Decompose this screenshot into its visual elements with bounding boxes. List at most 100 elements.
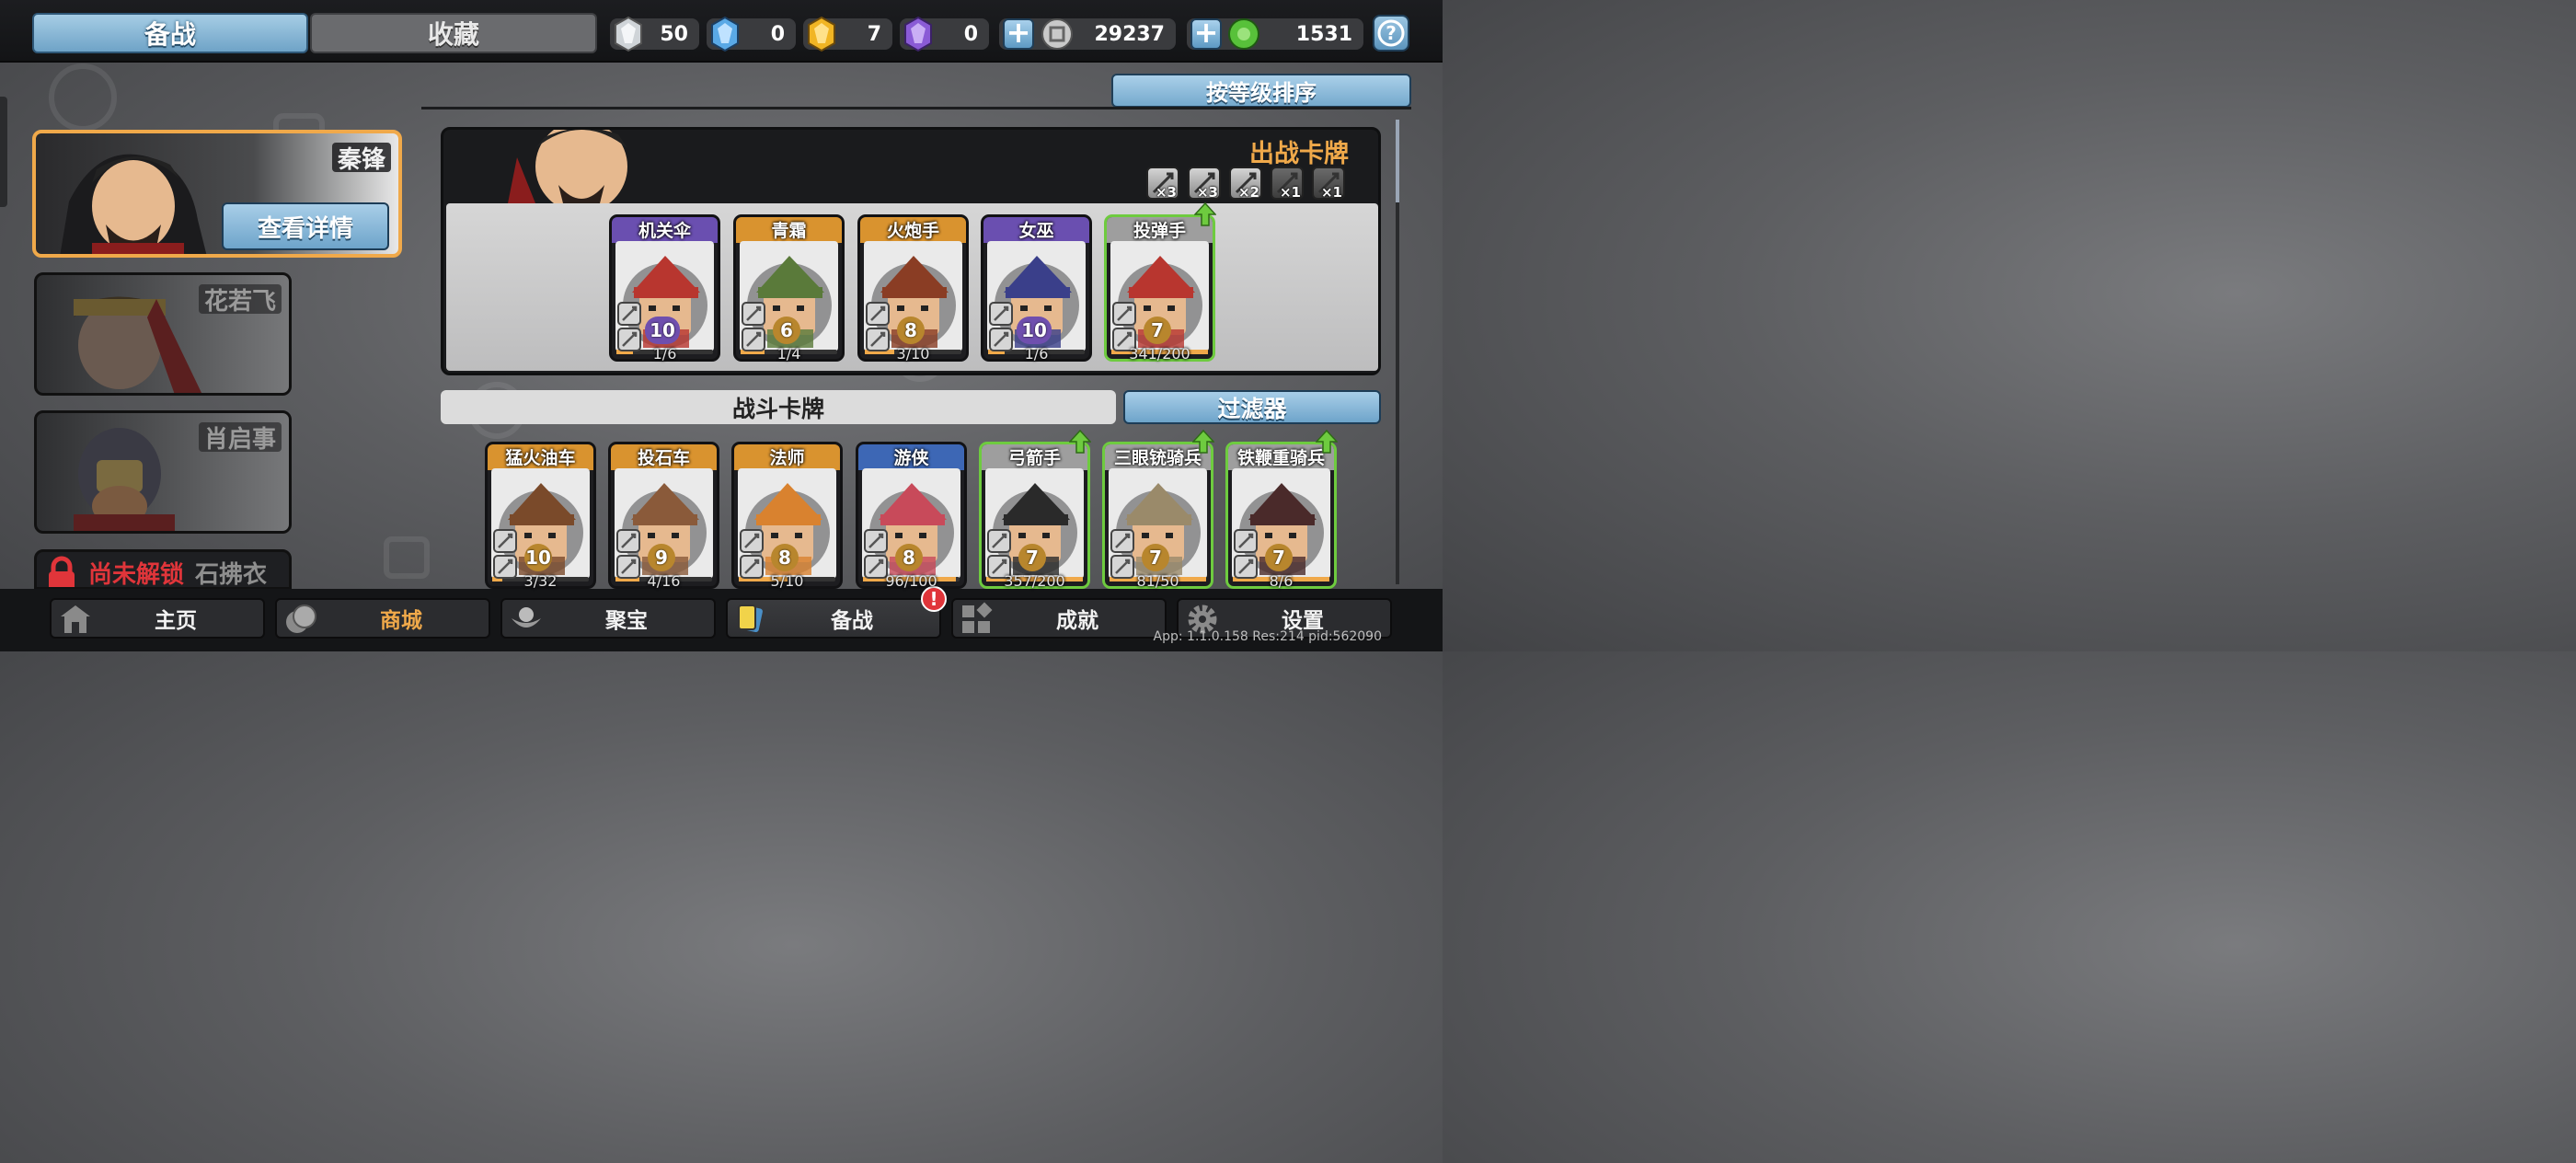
unit-card[interactable]: 女巫 10 1/6: [981, 214, 1092, 363]
unit-name: 火炮手: [886, 221, 939, 241]
card-count: 81/50: [1136, 572, 1179, 590]
nav-shop[interactable]: 商城: [275, 598, 490, 639]
hero-name: 秦锋: [331, 143, 391, 174]
card-count: 1/6: [1024, 345, 1049, 363]
add-jade-button[interactable]: +: [1190, 17, 1222, 50]
card-count: 357/200: [1004, 572, 1065, 590]
locked-label: 尚未解锁: [88, 561, 185, 589]
unit-level: 7: [1144, 317, 1171, 344]
upgrade-arrow-icon: [1192, 430, 1214, 454]
unit-card[interactable]: 弓箭手 7 357/200: [979, 430, 1091, 590]
view-details-button[interactable]: 查看详情: [222, 202, 389, 250]
skill-icon: [987, 529, 1011, 553]
locked-hero-card[interactable]: 尚未解锁 石拂衣: [34, 549, 292, 590]
unit-card[interactable]: 机关伞 10 1/6: [609, 214, 720, 363]
jade-coin-icon: [1228, 18, 1259, 50]
upgrade-arrow-icon: [1194, 202, 1216, 226]
blue-crystal-icon: [711, 16, 739, 52]
filter-button[interactable]: 过滤器: [1123, 390, 1381, 424]
resource-gold-crystal: 7: [803, 16, 892, 52]
unit-level: 9: [648, 544, 675, 571]
side-drawer-handle[interactable]: [0, 97, 7, 207]
resource-value: 29237: [1094, 22, 1165, 46]
card-count: 3/10: [896, 345, 930, 363]
unit-level: 10: [645, 317, 680, 344]
bottom-nav: 主页 商城 聚宝 备战 成就 设置 App: 1.1.0.158 Res:214…: [0, 589, 1443, 651]
unit-name: 投石车: [637, 448, 690, 468]
skill-icon: [617, 302, 641, 326]
hero-portrait: [60, 154, 207, 254]
skill-icon: [1110, 529, 1134, 553]
nav-home[interactable]: 主页: [50, 598, 265, 639]
tab-prep[interactable]: 备战: [32, 13, 308, 53]
resource-silver-crystal: 50: [610, 16, 699, 52]
help-button[interactable]: ?: [1373, 15, 1409, 52]
skill-icon: [864, 529, 888, 553]
unit-card[interactable]: 投石车 9 4/16: [608, 442, 719, 590]
resource-purple-crystal: 0: [900, 16, 989, 52]
nav-achievement[interactable]: 成就: [951, 598, 1167, 639]
unit-card[interactable]: 铁鞭重骑兵 7 8/6: [1225, 430, 1338, 590]
skill-icon: [866, 302, 890, 326]
card-count: 1/4: [776, 345, 801, 363]
unit-level: 7: [1142, 544, 1169, 571]
scrollbar[interactable]: [1396, 120, 1399, 584]
unit-level: 10: [1017, 317, 1052, 344]
hero-card[interactable]: 花若飞: [34, 272, 292, 396]
nav-prep[interactable]: 备战: [726, 598, 941, 639]
unit-name: 法师: [769, 448, 805, 468]
card-count: 1/6: [652, 345, 677, 363]
purple-crystal-icon: [904, 16, 932, 52]
unit-card[interactable]: 法师 8 5/10: [731, 442, 843, 590]
hero-card[interactable]: 肖启事: [34, 410, 292, 534]
skill-icon: [989, 302, 1013, 326]
capacity-count: ×3: [1196, 184, 1218, 201]
sword-icon: ×1: [1271, 167, 1304, 201]
unit-level: 7: [1265, 544, 1293, 571]
hero-card-selected[interactable]: 秦锋 查看详情: [32, 130, 402, 258]
resource-value: 1531: [1295, 22, 1352, 46]
unit-name: 机关伞: [638, 221, 691, 241]
unit-name: 猛火油车: [505, 448, 576, 468]
unit-level: 8: [895, 544, 923, 571]
skill-icon: [1234, 529, 1258, 553]
unit-card[interactable]: 猛火油车 10 3/32: [485, 442, 596, 590]
unit-card[interactable]: 青霜 6 1/4: [733, 214, 845, 363]
resource-blue-crystal: 0: [707, 16, 796, 52]
unit-card[interactable]: 火炮手 8 3/10: [857, 214, 969, 363]
silver-crystal-icon: [615, 16, 642, 52]
version-text: App: 1.1.0.158 Res:214 pid:562090: [1153, 629, 1382, 644]
sort-by-level-button[interactable]: 按等级排序: [1111, 74, 1411, 108]
add-silver-button[interactable]: +: [1003, 17, 1034, 50]
top-bar: 备战 收藏 50 0 7 0 29237 + 1531 + ?: [0, 0, 1443, 63]
help-icon: ?: [1377, 19, 1405, 47]
nav-label: 备战: [831, 609, 873, 633]
notification-badge: !: [921, 586, 947, 612]
deck-title: 出战卡牌: [1249, 140, 1349, 168]
nav-label: 聚宝: [605, 609, 648, 633]
divider: [421, 107, 1411, 109]
unit-card[interactable]: 游侠 8 96/100: [856, 442, 967, 590]
capacity-count: ×1: [1320, 184, 1342, 201]
unit-card[interactable]: 投弹手 7 341/200: [1104, 202, 1216, 363]
hero-name: 肖启事: [198, 422, 282, 454]
hero-portrait: [74, 296, 202, 393]
hero-portrait-banner: [508, 130, 627, 203]
scrollbar-thumb[interactable]: [1396, 120, 1399, 202]
skill-icon: [616, 529, 640, 553]
hero-name: 石拂衣: [195, 561, 268, 589]
nav-label: 商城: [380, 609, 422, 633]
unit-card[interactable]: 三眼铳骑兵 7 81/50: [1102, 430, 1214, 590]
tab-collection[interactable]: 收藏: [310, 13, 597, 53]
capacity-count: ×3: [1155, 184, 1177, 201]
skill-icon: [493, 529, 517, 553]
card-count: 8/6: [1269, 572, 1294, 590]
card-count: 96/100: [885, 572, 937, 590]
hero-name: 花若飞: [198, 284, 282, 316]
upgrade-arrow-icon: [1069, 430, 1091, 454]
card-count: 4/16: [647, 572, 681, 590]
nav-treasure[interactable]: 聚宝: [500, 598, 716, 639]
sword-icon: ×3: [1146, 167, 1179, 201]
capacity-count: ×2: [1237, 184, 1259, 201]
skull-icon: ×1: [1312, 167, 1345, 201]
